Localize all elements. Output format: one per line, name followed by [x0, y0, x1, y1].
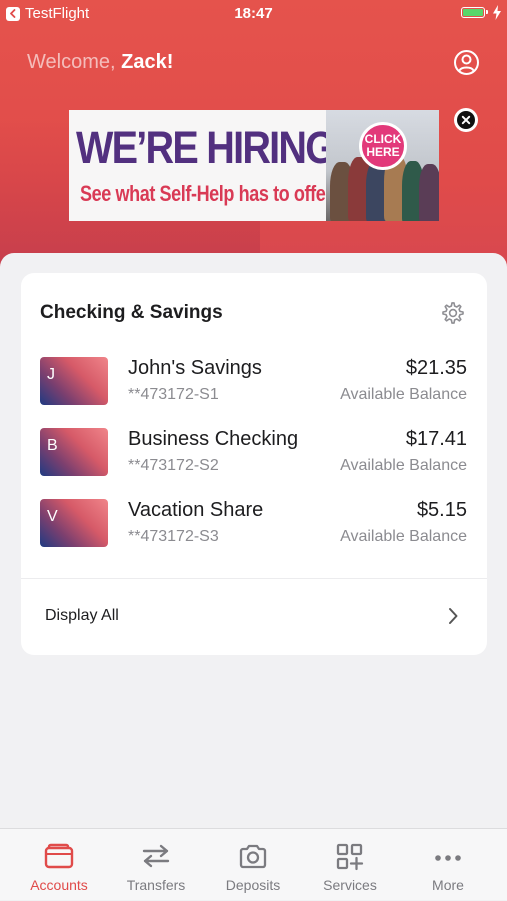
- status-bar: TestFlight 18:47: [0, 0, 507, 28]
- camera-icon: [239, 844, 267, 869]
- tab-transfers[interactable]: Transfers: [106, 829, 206, 901]
- close-banner-button[interactable]: [454, 108, 478, 132]
- wallet-icon: [44, 843, 74, 869]
- transfer-arrows-icon: [142, 844, 170, 868]
- banner-headline: WE’RE HIRING!: [76, 122, 347, 173]
- profile-icon[interactable]: [453, 49, 480, 76]
- welcome-message: Welcome, Zack!: [27, 51, 173, 74]
- account-thumbnail: V: [40, 499, 108, 547]
- status-time: 18:47: [234, 5, 273, 22]
- account-name: Business Checking: [128, 428, 299, 450]
- account-thumbnail: B: [40, 428, 108, 476]
- tab-label: Deposits: [225, 877, 281, 893]
- account-amount: $5.15: [416, 499, 467, 521]
- display-all-label: Display All: [45, 607, 119, 624]
- tab-more[interactable]: More: [398, 829, 498, 901]
- gear-icon[interactable]: [440, 300, 466, 326]
- account-thumbnail: J: [40, 357, 108, 405]
- account-row[interactable]: V Vacation Share **473172-S3 $5.15 Avail…: [21, 494, 487, 552]
- account-number: **473172-S2: [128, 457, 219, 474]
- account-balance-label: Available Balance: [340, 386, 467, 403]
- close-icon: [457, 111, 475, 129]
- account-amount: $21.35: [405, 357, 467, 379]
- account-balance-label: Available Balance: [340, 457, 467, 474]
- account-row[interactable]: B Business Checking **473172-S2 $17.41 A…: [21, 423, 487, 481]
- hiring-banner-ad[interactable]: WE’RE HIRING! See what Self-Help has to …: [69, 110, 439, 221]
- account-initial: J: [47, 366, 55, 383]
- chevron-right-icon: [449, 608, 458, 624]
- account-number: **473172-S3: [128, 528, 219, 545]
- user-name: Zack!: [121, 51, 174, 73]
- banner-subline: See what Self-Help has to offer: [80, 181, 332, 206]
- tab-label: Transfers: [126, 877, 186, 893]
- account-name: John's Savings: [128, 357, 262, 379]
- checking-savings-card: Checking & Savings J John's Savings **47…: [21, 273, 487, 655]
- grid-plus-icon: [336, 843, 364, 871]
- battery-icon: [461, 7, 488, 18]
- tab-deposits[interactable]: Deposits: [203, 829, 303, 901]
- battery-level: [463, 9, 483, 16]
- tab-accounts[interactable]: Accounts: [9, 829, 109, 901]
- click-here-badge[interactable]: CLICK HERE: [359, 122, 407, 170]
- account-name: Vacation Share: [128, 499, 264, 521]
- tab-label: Accounts: [30, 877, 88, 893]
- account-balance-label: Available Balance: [340, 528, 467, 545]
- account-amount: $17.41: [405, 428, 467, 450]
- account-initial: V: [47, 508, 58, 525]
- tab-label: More: [432, 877, 464, 893]
- welcome-prefix: Welcome,: [27, 51, 116, 73]
- card-title: Checking & Savings: [40, 302, 223, 323]
- account-row[interactable]: J John's Savings **473172-S1 $21.35 Avai…: [21, 352, 487, 410]
- account-initial: B: [47, 437, 58, 454]
- bottom-tab-bar: Accounts Transfers Deposits Services Mor…: [0, 828, 507, 900]
- more-dots-icon: [435, 855, 461, 861]
- account-number: **473172-S1: [128, 386, 219, 403]
- charging-bolt-icon: [493, 5, 501, 20]
- display-all-button[interactable]: Display All: [21, 579, 487, 655]
- tab-label: Services: [323, 877, 377, 893]
- tab-services[interactable]: Services: [300, 829, 400, 901]
